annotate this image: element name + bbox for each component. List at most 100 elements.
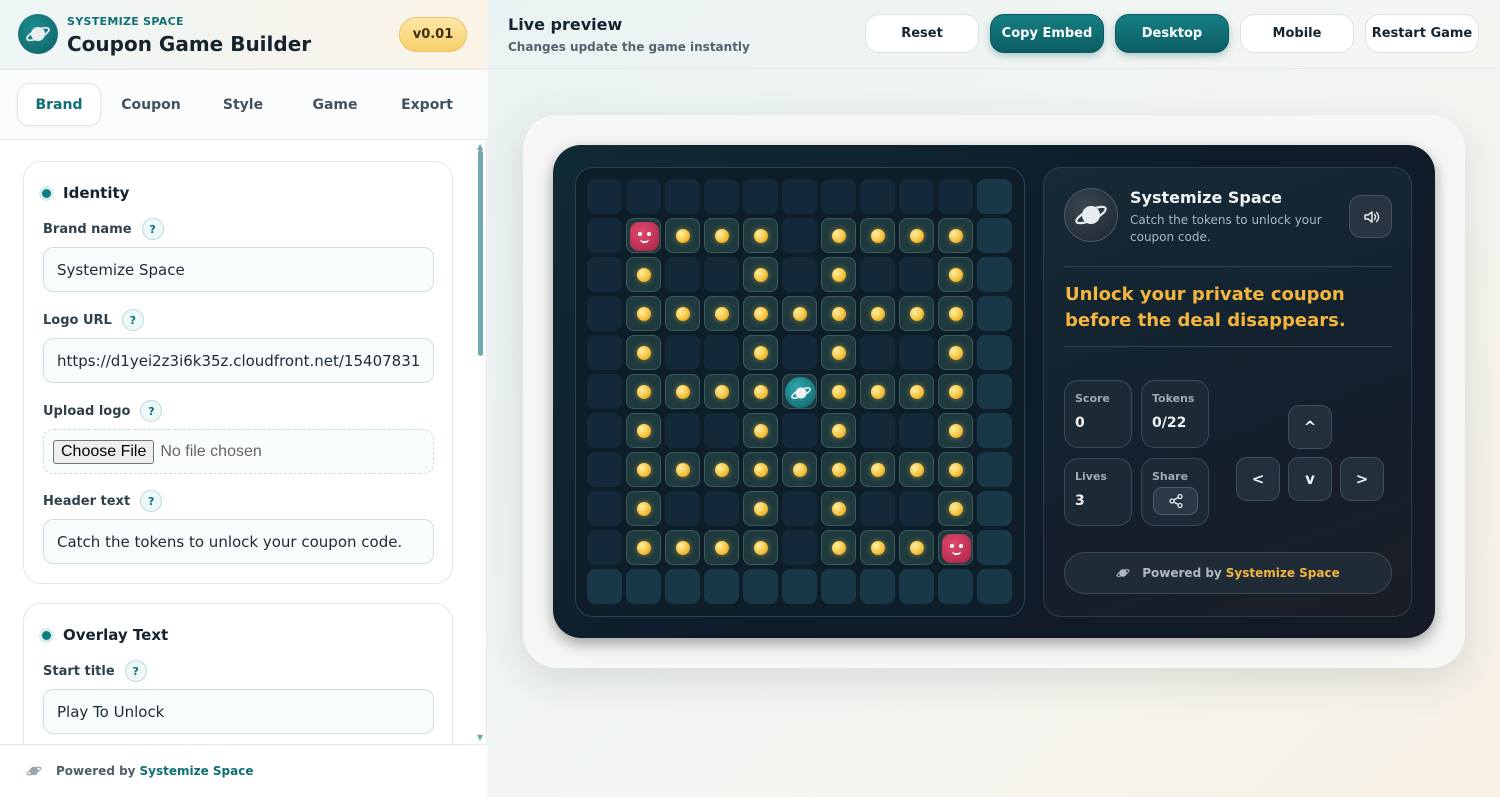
board-cell [977, 530, 1012, 565]
builder-tabs: Brand Coupon Style Game Export [0, 70, 487, 140]
board-cell [977, 491, 1012, 526]
board-cell [587, 569, 622, 604]
token-coin-icon [832, 346, 846, 360]
move-left-button[interactable]: < [1236, 457, 1280, 501]
token-coin-icon [871, 541, 885, 555]
share-icon[interactable] [1153, 487, 1198, 515]
lives-value: 3 [1075, 493, 1085, 509]
logo-url-label: Logo URL ? [43, 309, 144, 331]
board-cell [977, 179, 1012, 214]
mobile-view-button[interactable]: Mobile [1240, 14, 1354, 53]
sidebar-footer: Powered by Systemize Space [0, 744, 487, 797]
lives-stat: Lives 3 [1064, 458, 1132, 526]
help-icon[interactable]: ? [140, 400, 163, 422]
powered-by-brand-link[interactable]: Systemize Space [140, 764, 254, 778]
board-cell [860, 218, 895, 253]
reset-button[interactable]: Reset [865, 14, 979, 53]
board-cell [743, 374, 778, 409]
token-coin-icon [637, 463, 651, 477]
board-cell [860, 569, 895, 604]
board-cell [704, 257, 739, 292]
powered-by-text: Powered by [56, 764, 136, 778]
board-cell [977, 257, 1012, 292]
board-cell [665, 335, 700, 370]
board-cell [587, 296, 622, 331]
game-widget: Systemize Space Catch the tokens to unlo… [553, 145, 1435, 638]
board-cell [704, 530, 739, 565]
game-powered-by[interactable]: Powered by Systemize Space [1064, 552, 1392, 594]
player-planet-icon [785, 377, 816, 408]
board-cell [899, 413, 934, 448]
tab-brand[interactable]: Brand [17, 83, 101, 126]
start-title-input[interactable] [43, 689, 434, 734]
board-cell [899, 452, 934, 487]
board-cell [626, 530, 661, 565]
speaker-icon[interactable] [1349, 195, 1392, 238]
board-cell [665, 296, 700, 331]
move-right-button[interactable]: > [1340, 457, 1384, 501]
board-cell [743, 179, 778, 214]
help-icon[interactable]: ? [141, 218, 164, 240]
board-cell [860, 413, 895, 448]
move-up-button[interactable]: ^ [1288, 405, 1332, 449]
board-cell [626, 452, 661, 487]
token-coin-icon [910, 385, 924, 399]
choose-file-button[interactable]: Choose File [53, 439, 155, 464]
token-coin-icon [871, 229, 885, 243]
board-cell [704, 374, 739, 409]
board-cell [743, 491, 778, 526]
board-cell [665, 491, 700, 526]
copy-embed-button[interactable]: Copy Embed [990, 14, 1104, 53]
board-cell [821, 374, 856, 409]
game-board[interactable] [575, 167, 1025, 617]
board-cell [938, 257, 973, 292]
sidebar-scroll-area: Identity Brand name ? Logo URL ? Upload … [0, 141, 487, 744]
desktop-view-button[interactable]: Desktop [1115, 14, 1229, 53]
ghost-enemy-icon [942, 534, 971, 563]
board-cell [665, 257, 700, 292]
board-cell [665, 530, 700, 565]
help-icon[interactable]: ? [121, 309, 144, 331]
board-cell [587, 179, 622, 214]
tab-game[interactable]: Game [293, 83, 377, 126]
preview-topbar: Live preview Changes update the game ins… [488, 0, 1500, 69]
move-down-button[interactable]: v [1288, 457, 1332, 501]
board-cell [704, 491, 739, 526]
scroll-down-arrow-icon[interactable]: ▼ [477, 733, 483, 742]
board-cell [821, 179, 856, 214]
token-coin-icon [676, 385, 690, 399]
token-coin-icon [715, 385, 729, 399]
token-coin-icon [832, 541, 846, 555]
divider [1064, 266, 1392, 267]
tab-export[interactable]: Export [385, 83, 469, 126]
board-cell [743, 530, 778, 565]
tab-style[interactable]: Style [201, 83, 285, 126]
board-cell [938, 413, 973, 448]
token-coin-icon [676, 229, 690, 243]
divider [1064, 346, 1392, 347]
game-brand-name: Systemize Space [1130, 188, 1282, 207]
header-text-input[interactable] [43, 519, 434, 564]
scrollbar-thumb[interactable] [478, 150, 483, 356]
brand-name-input[interactable] [43, 247, 434, 292]
token-coin-icon [910, 541, 924, 555]
board-cell [977, 413, 1012, 448]
tab-coupon[interactable]: Coupon [109, 83, 193, 126]
token-coin-icon [754, 268, 768, 282]
sidebar-scrollbar[interactable] [478, 150, 483, 740]
board-cell [860, 374, 895, 409]
restart-game-button[interactable]: Restart Game [1365, 14, 1479, 53]
token-coin-icon [910, 463, 924, 477]
game-info-panel: Systemize Space Catch the tokens to unlo… [1043, 167, 1412, 617]
board-cell [977, 218, 1012, 253]
help-icon[interactable]: ? [124, 660, 147, 682]
scroll-up-arrow-icon[interactable]: ▲ [477, 142, 483, 151]
token-coin-icon [871, 385, 885, 399]
token-coin-icon [832, 385, 846, 399]
token-coin-icon [871, 463, 885, 477]
preview-area: Live preview Changes update the game ins… [488, 0, 1500, 797]
board-cell [704, 179, 739, 214]
help-icon[interactable]: ? [140, 490, 163, 512]
board-cell [704, 569, 739, 604]
logo-url-input[interactable] [43, 338, 434, 383]
